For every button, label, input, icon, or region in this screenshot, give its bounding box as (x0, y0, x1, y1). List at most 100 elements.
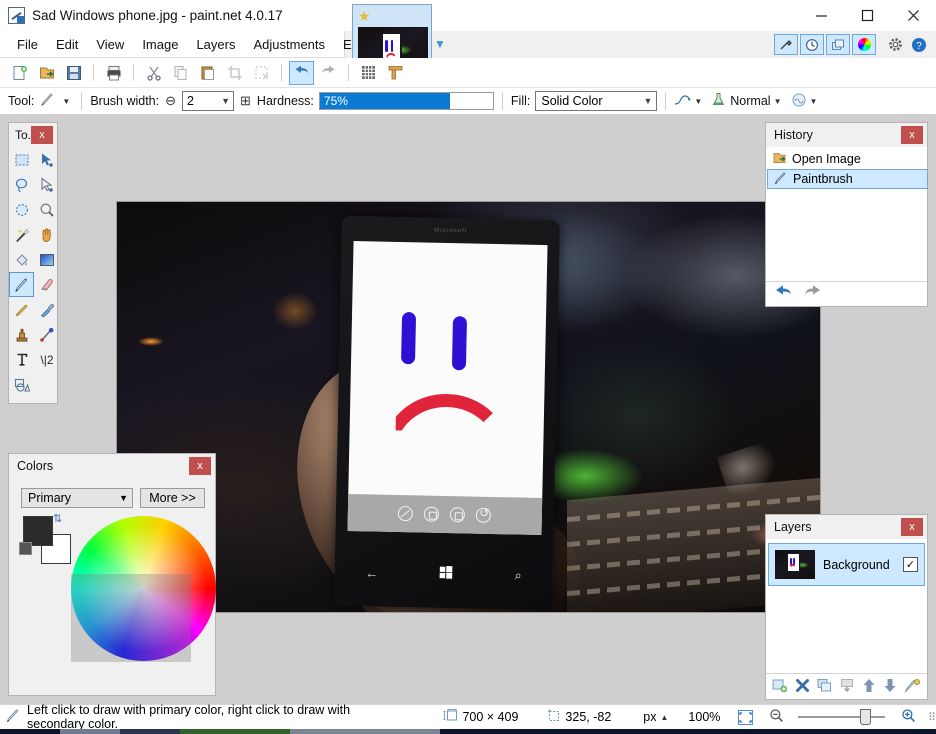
tool-paintbrush[interactable] (9, 272, 34, 297)
save-button[interactable] (61, 61, 86, 85)
tool-move-selected[interactable] (34, 147, 59, 172)
blend-mode-caret-icon[interactable]: ▼ (774, 97, 782, 106)
undo-button[interactable] (289, 60, 314, 85)
paintbrush-icon (40, 92, 55, 110)
image-tab-chevron-down-icon[interactable]: ▼ (434, 38, 448, 50)
brush-width-increase-button[interactable]: ⊞ (240, 93, 251, 109)
history-item-open-image[interactable]: Open Image (767, 149, 928, 169)
grid-button[interactable] (356, 61, 381, 85)
menu-file[interactable]: File (8, 34, 47, 55)
tool-magic-wand[interactable] (9, 222, 34, 247)
crop-to-selection-button[interactable] (222, 61, 247, 85)
brush-width-input[interactable]: 2 ▼ (182, 91, 235, 111)
tool-line-curve[interactable]: \|2 (34, 347, 59, 372)
color-mode-select[interactable]: Primary ▼ (21, 488, 133, 508)
tool-shapes[interactable] (9, 372, 34, 397)
cut-button[interactable] (141, 61, 166, 85)
tools-toggle[interactable] (774, 34, 798, 55)
layer-visibility-checkbox[interactable]: ✓ (903, 557, 918, 572)
hardness-value: 75% (323, 94, 348, 108)
add-layer-button[interactable] (772, 678, 788, 696)
tool-zoom[interactable] (34, 197, 59, 222)
tool-recolor[interactable] (34, 322, 59, 347)
layers-panel-footer (766, 673, 927, 699)
fill-select[interactable]: Solid Color ▼ (535, 91, 658, 111)
layers-panel-close-button[interactable]: x (901, 518, 923, 536)
tool-gradient[interactable] (34, 247, 59, 272)
units-caret-icon[interactable]: ▲ (661, 713, 669, 722)
print-button[interactable] (101, 61, 126, 85)
menu-image[interactable]: Image (133, 34, 187, 55)
menu-view[interactable]: View (87, 34, 133, 55)
units-group[interactable]: px ▲ (643, 710, 668, 724)
tool-eraser[interactable] (34, 272, 59, 297)
colors-toggle[interactable] (852, 34, 876, 55)
history-undo-button[interactable] (774, 284, 793, 304)
help-button[interactable]: ? (908, 34, 930, 55)
open-image-button[interactable] (34, 61, 59, 85)
copy-button[interactable] (168, 61, 193, 85)
fit-to-window-button[interactable] (738, 709, 754, 725)
tool-clone-stamp[interactable] (9, 322, 34, 347)
alpha-blending-icon[interactable] (791, 92, 807, 111)
history-toggle[interactable] (800, 34, 824, 55)
zoom-slider-thumb[interactable] (860, 709, 872, 725)
image-canvas[interactable]: Microsoft ← (117, 202, 820, 612)
tool-paint-bucket[interactable] (9, 247, 34, 272)
tool-rectangle-select[interactable] (9, 147, 34, 172)
new-image-button[interactable] (7, 61, 32, 85)
duplicate-layer-button[interactable] (817, 678, 833, 696)
history-item-paintbrush[interactable]: Paintbrush (767, 169, 928, 189)
deselect-button[interactable] (249, 61, 274, 85)
move-layer-up-button[interactable] (862, 678, 876, 696)
menu-edit[interactable]: Edit (47, 34, 87, 55)
tool-pan[interactable] (34, 222, 59, 247)
resize-grip-icon[interactable]: ⠿ (928, 711, 936, 724)
reset-colors-icon[interactable] (19, 542, 32, 555)
swap-colors-icon[interactable]: ⇅ (53, 512, 62, 525)
layers-toggle[interactable] (826, 34, 850, 55)
zoom-out-button[interactable] (769, 708, 784, 726)
settings-button[interactable] (884, 34, 906, 55)
rulers-button[interactable] (383, 61, 408, 85)
tools-panel: To... x \|2 (8, 122, 58, 404)
menu-adjustments[interactable]: Adjustments (244, 34, 334, 55)
alpha-blending-caret-icon[interactable]: ▼ (810, 97, 818, 106)
brush-width-decrease-button[interactable]: ⊖ (165, 93, 176, 109)
zoom-in-button[interactable] (901, 708, 916, 726)
tool-dropdown-caret-icon[interactable]: ▼ (62, 97, 70, 106)
zoom-slider[interactable] (798, 709, 885, 725)
chevron-down-icon[interactable]: ▼ (119, 493, 128, 503)
menu-layers[interactable]: Layers (187, 34, 244, 55)
layer-properties-button[interactable] (904, 678, 921, 696)
merge-layer-down-button[interactable] (840, 678, 855, 696)
close-button[interactable] (890, 0, 936, 31)
tool-pencil[interactable] (9, 297, 34, 322)
colors-panel-close-button[interactable]: x (189, 457, 211, 475)
more-colors-button[interactable]: More >> (140, 488, 205, 508)
tool-lasso-select[interactable] (9, 172, 34, 197)
layer-row-background[interactable]: Background ✓ (768, 543, 925, 586)
move-layer-down-button[interactable] (883, 678, 897, 696)
history-redo-button[interactable] (803, 284, 822, 304)
window-title: Sad Windows phone.jpg - paint.net 4.0.17 (32, 8, 283, 23)
antialiasing-caret-icon[interactable]: ▼ (694, 97, 702, 106)
chevron-down-icon[interactable]: ▼ (221, 96, 230, 106)
tools-panel-close-button[interactable]: x (31, 126, 53, 144)
delete-layer-button[interactable] (795, 678, 810, 696)
history-panel-close-button[interactable]: x (901, 126, 923, 144)
redo-button[interactable] (316, 61, 341, 85)
hardness-slider[interactable]: 75% (318, 92, 494, 110)
tool-move-selection[interactable] (34, 172, 59, 197)
tool-color-picker[interactable] (34, 297, 59, 322)
paste-button[interactable] (195, 61, 220, 85)
tool-text[interactable] (9, 347, 34, 372)
minimize-button[interactable] (798, 0, 844, 31)
color-mode-value: Primary (28, 491, 72, 505)
color-wheel[interactable] (71, 516, 216, 661)
maximize-button[interactable] (844, 0, 890, 31)
antialiasing-curve-icon[interactable] (674, 93, 691, 110)
tool-ellipse-select[interactable] (9, 197, 34, 222)
chevron-down-icon[interactable]: ▼ (643, 96, 652, 106)
colors-panel-header: Colors (9, 454, 215, 478)
